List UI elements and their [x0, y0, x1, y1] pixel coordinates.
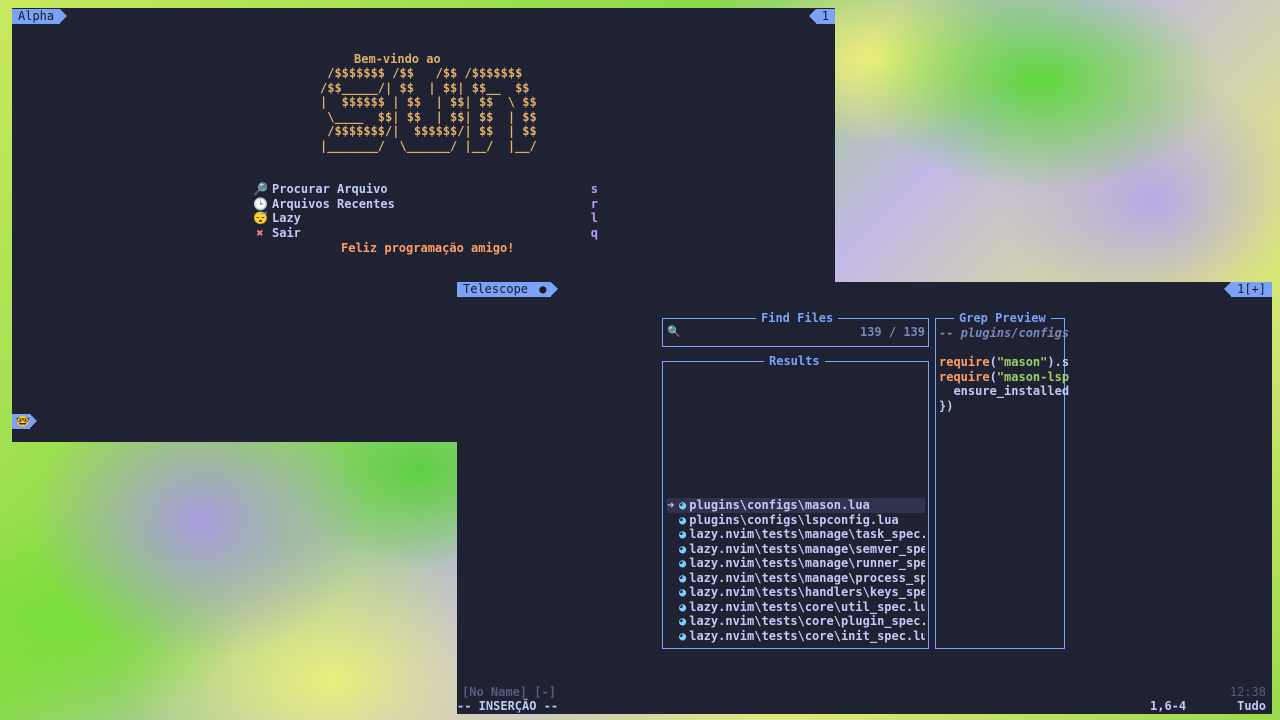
menu-item-arquivos-recentes[interactable]: 🕒 Arquivos Recentes r [253, 197, 598, 212]
result-path: lazy.nvim\tests\core\util_spec.lua [689, 599, 925, 614]
result-item[interactable]: ◕ lazy.nvim\tests\manage\runner_spec [667, 556, 925, 571]
clock-icon: 🕒 [253, 196, 268, 211]
grep-preview-title: Grep Preview [954, 311, 1051, 325]
lua-file-icon: ◕ [679, 585, 687, 599]
alpha-tab-number-label: 1 [821, 9, 829, 23]
menu-item-shortcut: r [590, 196, 598, 211]
buffer-name: [No Name] [-] [462, 685, 556, 699]
result-item[interactable]: ➜ ◕ plugins\configs\mason.lua [667, 498, 925, 513]
lua-file-icon: ◕ [679, 570, 687, 585]
result-item[interactable]: ◕ lazy.nvim\tests\handlers\keys_spec [667, 585, 925, 600]
result-path: lazy.nvim\tests\core\plugin_spec.l [689, 614, 925, 628]
ascii-banner: /$$$$$$$ /$$ /$$ /$$$$$$$ /$$_____/| $$ … [320, 66, 537, 153]
search-icon: 🔍 [667, 325, 681, 338]
menu-item-label: Sair [272, 225, 301, 240]
search-icon: 🔎 [253, 182, 268, 196]
result-item[interactable]: ◕ lazy.nvim\tests\core\plugin_spec.l [667, 614, 925, 629]
find-files-title: Find Files [756, 311, 839, 325]
menu-item-lazy[interactable]: 😴 Lazy l [253, 211, 598, 226]
mode-indicator: -- INSERÇÃO -- [457, 699, 559, 713]
result-path: lazy.nvim\tests\handlers\keys_spec [689, 585, 925, 599]
lua-file-icon: ◕ [679, 599, 687, 614]
lua-file-icon: ◕ [679, 614, 687, 628]
result-item[interactable]: ◕ lazy.nvim\tests\manage\process_spe [667, 571, 925, 586]
result-path: lazy.nvim\tests\manage\task_spec.l [689, 527, 925, 541]
lua-file-icon: ◕ [679, 498, 687, 512]
menu-item-procurar-arquivo[interactable]: 🔎 Procurar Arquivo s [253, 182, 598, 197]
find-files-prompt[interactable]: Find Files 🔍 139 / 139 [662, 311, 929, 347]
menu-item-label: Procurar Arquivo [272, 182, 388, 196]
alpha-tab[interactable]: Alpha [12, 9, 68, 24]
results-title: Results [764, 354, 825, 368]
lua-file-icon: ◕ [679, 512, 687, 527]
preview-code-line: require("mason-lsp [939, 369, 1070, 384]
result-item[interactable]: ◕ lazy.nvim\tests\core\util_spec.lua [667, 600, 925, 615]
result-path: lazy.nvim\tests\manage\runner_spec [689, 556, 925, 570]
buffer-number-tab[interactable]: 1[+] [1224, 282, 1272, 297]
dashboard-footer: Feliz programação amigo! [341, 241, 515, 255]
result-path: lazy.nvim\tests\manage\process_spe [689, 570, 925, 585]
selection-arrow-icon: ➜ [667, 498, 675, 512]
result-path: plugins\configs\mason.lua [689, 498, 870, 512]
telescope-window: Telescope ● 1[+] Find Files 🔍 139 / 139 … [457, 282, 1272, 714]
cursor-position: 1,6-4 [1150, 699, 1187, 713]
preview-code-line: }) [939, 398, 954, 413]
results-panel: Results ➜ ◕ plugins\configs\mason.lua ◕ plug… [662, 354, 929, 649]
lua-file-icon: ◕ [679, 556, 687, 570]
telescope-tab-title: Telescope [463, 282, 529, 296]
menu-item-label: Lazy [272, 211, 301, 225]
telescope-tab[interactable]: Telescope ● [457, 282, 557, 297]
result-item[interactable]: ◕ lazy.nvim\tests\manage\task_spec.l [667, 527, 925, 542]
result-item[interactable]: ◕ plugins\configs\lspconfig.lua [667, 513, 925, 528]
modified-dot-icon: ● [539, 282, 547, 296]
status-emoji-tab: 🤓 [12, 414, 37, 429]
result-path: plugins\configs\lspconfig.lua [689, 512, 899, 527]
lua-file-icon: ◕ [679, 628, 687, 643]
sleepy-face-icon: 😴 [253, 211, 268, 225]
close-icon: ✖ [256, 225, 264, 240]
menu-item-shortcut: l [590, 211, 598, 225]
menu-item-sair[interactable]: ✖ Sair q [253, 226, 598, 241]
clock: 12:38 [1229, 685, 1266, 699]
menu-item-label: Arquivos Recentes [272, 196, 395, 211]
lua-file-icon: ◕ [679, 541, 687, 556]
buffer-number-label: 1[+] [1237, 282, 1266, 296]
result-item[interactable]: ◕ lazy.nvim\tests\manage\semver_spec [667, 542, 925, 557]
alpha-tab-number[interactable]: 1 [808, 9, 835, 24]
alpha-tab-title: Alpha [18, 9, 55, 23]
preview-path-line: -- plugins/configs [939, 326, 1070, 340]
nerd-face-icon: 🤓 [16, 415, 30, 428]
menu-item-shortcut: s [590, 182, 598, 196]
lua-file-icon: ◕ [679, 527, 687, 541]
grep-preview-panel: Grep Preview -- plugins/configs require(… [935, 311, 1069, 649]
result-item[interactable]: ◕ lazy.nvim\tests\core\init_spec.lua [667, 629, 925, 644]
result-path: lazy.nvim\tests\core\init_spec.lua [689, 628, 925, 643]
scroll-indicator: Tudo [1237, 699, 1266, 713]
preview-code-line: ensure_installed [939, 384, 1070, 398]
result-path: lazy.nvim\tests\manage\semver_spec [689, 541, 925, 556]
menu-item-shortcut: q [590, 225, 598, 240]
result-count: 139 / 139 [859, 325, 925, 339]
welcome-header: Bem-vindo ao [354, 52, 441, 66]
preview-code-line: require("mason").s [939, 355, 1070, 369]
